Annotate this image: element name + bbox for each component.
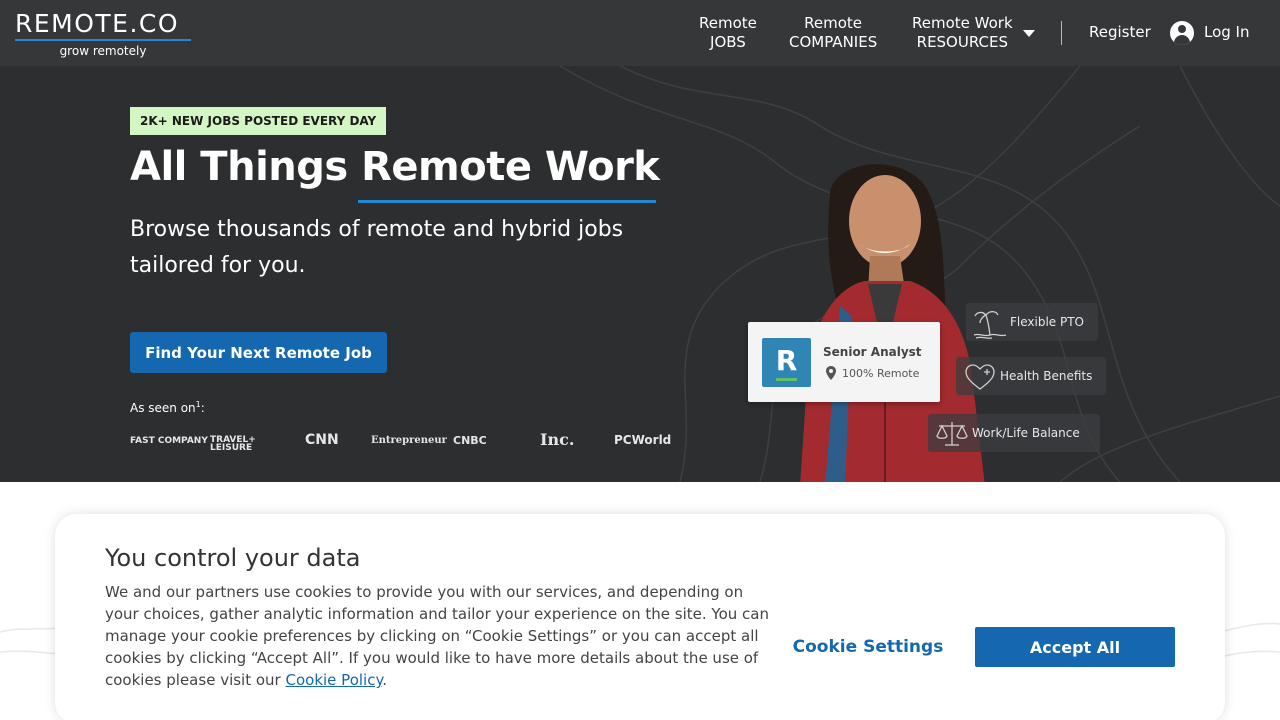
as-seen-on-label: As seen on1: [130, 400, 205, 415]
hero-headline-text: All Things Remote Work [130, 144, 660, 190]
top-nav: REMOTE.CO grow remotely Remote JOBS Remo… [0, 0, 1280, 66]
cookie-description: We and our partners use cookies to provi… [105, 583, 769, 689]
logo-underline [15, 39, 191, 41]
jobs-posted-badge: 2K+ NEW JOBS POSTED EVERY DAY [130, 107, 387, 135]
user-icon[interactable] [1170, 21, 1194, 45]
hero-subhead: Browse thousands of remote and hybrid jo… [130, 217, 624, 278]
job-title: Senior Analyst [823, 345, 922, 359]
site-logo[interactable]: REMOTE.CO grow remotely [15, 10, 191, 58]
job-card[interactable]: R Senior Analyst 100% Remote [748, 322, 940, 402]
nav-remote-companies-line2: COMPANIES [789, 33, 878, 51]
logo-tagline: grow remotely [59, 44, 147, 58]
hero-section: 2K+ NEW JOBS POSTED EVERY DAY All Things… [0, 66, 1280, 482]
cookie-consent-banner: You control your data We and our partner… [55, 514, 1225, 720]
logo-text: REMOTE.CO [15, 9, 180, 38]
find-remote-job-button[interactable]: Find Your Next Remote Job [130, 332, 387, 373]
cookie-description-text: We and our partners use cookies to provi… [105, 583, 769, 689]
job-location: 100% Remote [842, 367, 920, 380]
press-logo-cnn: CNN [305, 432, 339, 448]
nav-resources-line1: Remote Work [912, 14, 1013, 32]
nav-divider [1061, 21, 1062, 45]
nav-remote-companies[interactable]: Remote COMPANIES [789, 14, 877, 52]
footnote-marker[interactable]: 1 [196, 400, 201, 409]
perk-work-life-balance-label: Work/Life Balance [972, 426, 1080, 440]
cookie-settings-button[interactable]: Cookie Settings [785, 627, 951, 667]
perk-work-life-balance: Work/Life Balance [928, 414, 1100, 452]
nav-remote-jobs-line1: Remote [699, 14, 757, 32]
hero-headline: All Things Remote Work [130, 144, 660, 203]
press-logo-entrepreneur: Entrepreneur [371, 435, 447, 446]
company-logo-letter: R [775, 344, 798, 377]
nav-remote-jobs[interactable]: Remote JOBS [699, 14, 757, 52]
perk-health-benefits-label: Health Benefits [1000, 369, 1093, 383]
nav-remote-jobs-line2: JOBS [710, 33, 746, 51]
palm-tree-icon [973, 310, 1007, 339]
press-logo-fast-company: FAST COMPANY [130, 436, 208, 446]
accept-all-button[interactable]: Accept All [975, 627, 1175, 667]
perk-flexible-pto-label: Flexible PTO [1010, 315, 1085, 329]
as-seen-on-text: As seen on [130, 401, 196, 415]
chevron-down-icon[interactable] [1023, 30, 1035, 37]
nav-remote-work-resources[interactable]: Remote Work RESOURCES [912, 14, 1013, 52]
register-link[interactable]: Register [1089, 23, 1151, 41]
balance-scale-icon [936, 422, 968, 446]
cookie-title: You control your data [105, 544, 361, 572]
press-logo-inc: Inc. [540, 430, 575, 449]
nav-remote-companies-line1: Remote [804, 14, 863, 32]
company-logo: R [762, 338, 811, 387]
heart-icon [965, 364, 995, 390]
press-logo-cnbc: CNBC [453, 434, 487, 447]
location-pin-icon [826, 366, 836, 380]
nav-resources-line2: RESOURCES [916, 33, 1008, 51]
perk-flexible-pto: Flexible PTO [966, 303, 1098, 341]
perk-health-benefits: Health Benefits [956, 357, 1106, 395]
cookie-policy-link[interactable]: Cookie Policy [286, 671, 383, 689]
press-logo-travel-leisure: TRAVEL+ LEISURE [210, 435, 256, 453]
headline-underline [358, 200, 656, 203]
login-link[interactable]: Log In [1204, 23, 1250, 41]
press-logo-pcworld: PCWorld [614, 433, 672, 447]
